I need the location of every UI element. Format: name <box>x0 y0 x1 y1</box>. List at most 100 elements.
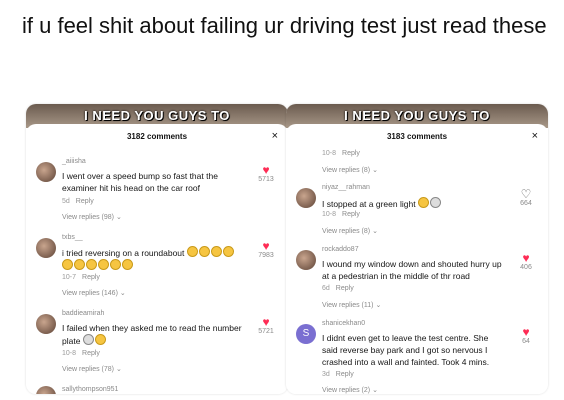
close-icon[interactable]: × <box>272 130 278 142</box>
view-replies-label: View replies (2) <box>322 387 371 394</box>
avatar[interactable] <box>36 386 56 394</box>
laughing-emoji-icon <box>74 259 85 270</box>
comment-text: I went over a speed bump so fast that th… <box>62 171 218 193</box>
view-replies-label: View replies (8) <box>322 167 371 174</box>
skull-emoji-icon <box>82 334 94 345</box>
view-replies-link[interactable]: View replies (146) ⌄ <box>62 289 126 297</box>
reply-button[interactable]: Reply <box>342 211 360 218</box>
comments-sheet: 3183 comments × 10-8 Reply View replies (… <box>286 124 548 394</box>
comment-username[interactable]: shanicekhan0 <box>322 320 365 327</box>
laughing-emoji-icon <box>222 246 234 257</box>
comment-username[interactable]: _aiiisha <box>62 158 86 165</box>
view-replies-label: View replies (11) <box>322 302 374 309</box>
avatar[interactable]: S <box>296 324 316 344</box>
view-replies-link[interactable]: View replies (78) ⌄ <box>62 365 122 373</box>
like-count: 406 <box>520 264 532 271</box>
banner-text: I NEED YOU GUYS TO <box>84 108 230 123</box>
laughing-emoji-icon <box>62 259 73 270</box>
heart-icon: ♥ <box>262 163 270 177</box>
comments-sheet: 3182 comments × _aiiisha I went over a s… <box>26 124 288 394</box>
comment-meta: 3d Reply <box>322 371 354 378</box>
like-count: 664 <box>520 200 532 207</box>
like-count: 7983 <box>258 252 274 259</box>
reply-button[interactable]: Reply <box>82 350 100 357</box>
laughing-emoji-icon <box>122 259 133 270</box>
comments-header: 3183 comments × <box>286 130 548 146</box>
comment-text: I didnt even get to leave the test centr… <box>322 333 490 367</box>
laughing-emoji-icon <box>417 197 429 208</box>
chevron-down-icon: ⌄ <box>372 228 378 235</box>
like-button[interactable]: ♥ 406 <box>514 252 538 271</box>
heart-outline-icon: ♡ <box>520 187 532 201</box>
chevron-down-icon: ⌄ <box>115 214 122 221</box>
close-icon[interactable]: × <box>532 130 538 142</box>
comment-date: 10-7 <box>62 274 77 281</box>
chevron-down-icon: ⌄ <box>372 387 378 394</box>
like-button[interactable]: ♥ 5721 <box>254 316 278 335</box>
chevron-down-icon: ⌄ <box>375 302 382 309</box>
comment-date: 10-8 <box>322 150 337 157</box>
laughing-emoji-icon <box>186 246 198 257</box>
comment-text: I failed when they asked me to read the … <box>62 322 242 347</box>
comment-text: I wound my window down and shouted hurry… <box>322 259 502 281</box>
avatar[interactable] <box>36 238 56 258</box>
comment-text: i tried reversing on a roundabout <box>62 246 242 272</box>
view-replies-link[interactable]: View replies (2) ⌄ <box>322 386 378 394</box>
comment-meta: 6d Reply <box>322 285 354 292</box>
view-replies-link[interactable]: View replies (8) ⌄ <box>322 166 378 174</box>
comment-date: 6d <box>322 285 330 292</box>
comments-count: 3183 comments <box>386 132 448 141</box>
view-replies-link[interactable]: View replies (98) ⌄ <box>62 213 122 221</box>
reply-button[interactable]: Reply <box>342 150 360 157</box>
comments-count: 3182 comments <box>126 132 188 141</box>
view-replies-label: View replies (78) <box>62 366 115 373</box>
comment-meta: 10-8 Reply <box>62 350 100 357</box>
skull-emoji-icon <box>429 197 441 208</box>
comments-panel-right: I NEED YOU GUYS TO 3183 comments × 10-8 R… <box>286 104 548 394</box>
heart-icon: ♥ <box>262 315 270 329</box>
comments-panel-left: I NEED YOU GUYS TO 3182 comments × _aiii… <box>26 104 288 394</box>
like-button[interactable]: ♥ 5713 <box>254 164 278 183</box>
banner-text: I NEED YOU GUYS TO <box>344 108 490 123</box>
laughing-emoji-icon <box>86 259 97 270</box>
comment-username[interactable]: rockaddo87 <box>322 246 359 253</box>
laughing-emoji-icon <box>210 246 222 257</box>
heart-icon: ♥ <box>522 325 530 339</box>
comment-username[interactable]: niyaz__rahman <box>322 184 370 191</box>
view-replies-link[interactable]: View replies (11) ⌄ <box>322 301 381 309</box>
view-replies-link[interactable]: View replies (8) ⌄ <box>322 227 378 235</box>
like-button[interactable]: ♥ 64 <box>514 326 538 345</box>
reply-button[interactable]: Reply <box>336 285 354 292</box>
comment-date: 10-8 <box>322 211 337 218</box>
chevron-down-icon: ⌄ <box>119 290 126 297</box>
like-button[interactable]: ♥ 7983 <box>254 240 278 259</box>
comment-date: 3d <box>322 371 330 378</box>
reply-button[interactable]: Reply <box>82 274 100 281</box>
avatar[interactable] <box>296 188 316 208</box>
heart-icon: ♥ <box>262 239 270 253</box>
view-replies-label: View replies (146) <box>62 290 118 297</box>
avatar[interactable] <box>296 250 316 270</box>
comment-date: 5d <box>62 198 70 205</box>
comment-text-content: I stopped at a green light <box>322 199 416 209</box>
comment-text-content: i tried reversing on a roundabout <box>62 248 185 258</box>
view-replies-label: View replies (98) <box>62 214 115 221</box>
comment-date: 10-8 <box>62 350 77 357</box>
comment-meta: 5d Reply <box>62 198 94 205</box>
chevron-down-icon: ⌄ <box>372 167 378 174</box>
comment-username[interactable]: txbs__ <box>62 234 83 241</box>
comments-header: 3182 comments × <box>26 130 288 146</box>
like-count: 64 <box>522 338 530 345</box>
avatar[interactable] <box>36 314 56 334</box>
headline: if u feel shit about failing ur driving … <box>22 13 547 38</box>
avatar[interactable] <box>36 162 56 182</box>
reply-button[interactable]: Reply <box>336 371 354 378</box>
like-button[interactable]: ♡ 664 <box>514 188 538 207</box>
reply-button[interactable]: Reply <box>76 198 94 205</box>
heart-icon: ♥ <box>522 251 530 265</box>
comment-text: I stopped at a green light <box>322 197 502 210</box>
comment-username[interactable]: sallythompson951 <box>62 386 118 393</box>
like-count: 5721 <box>258 328 274 335</box>
laughing-emoji-icon <box>98 259 109 270</box>
comment-username[interactable]: baddieamirah <box>62 310 104 317</box>
